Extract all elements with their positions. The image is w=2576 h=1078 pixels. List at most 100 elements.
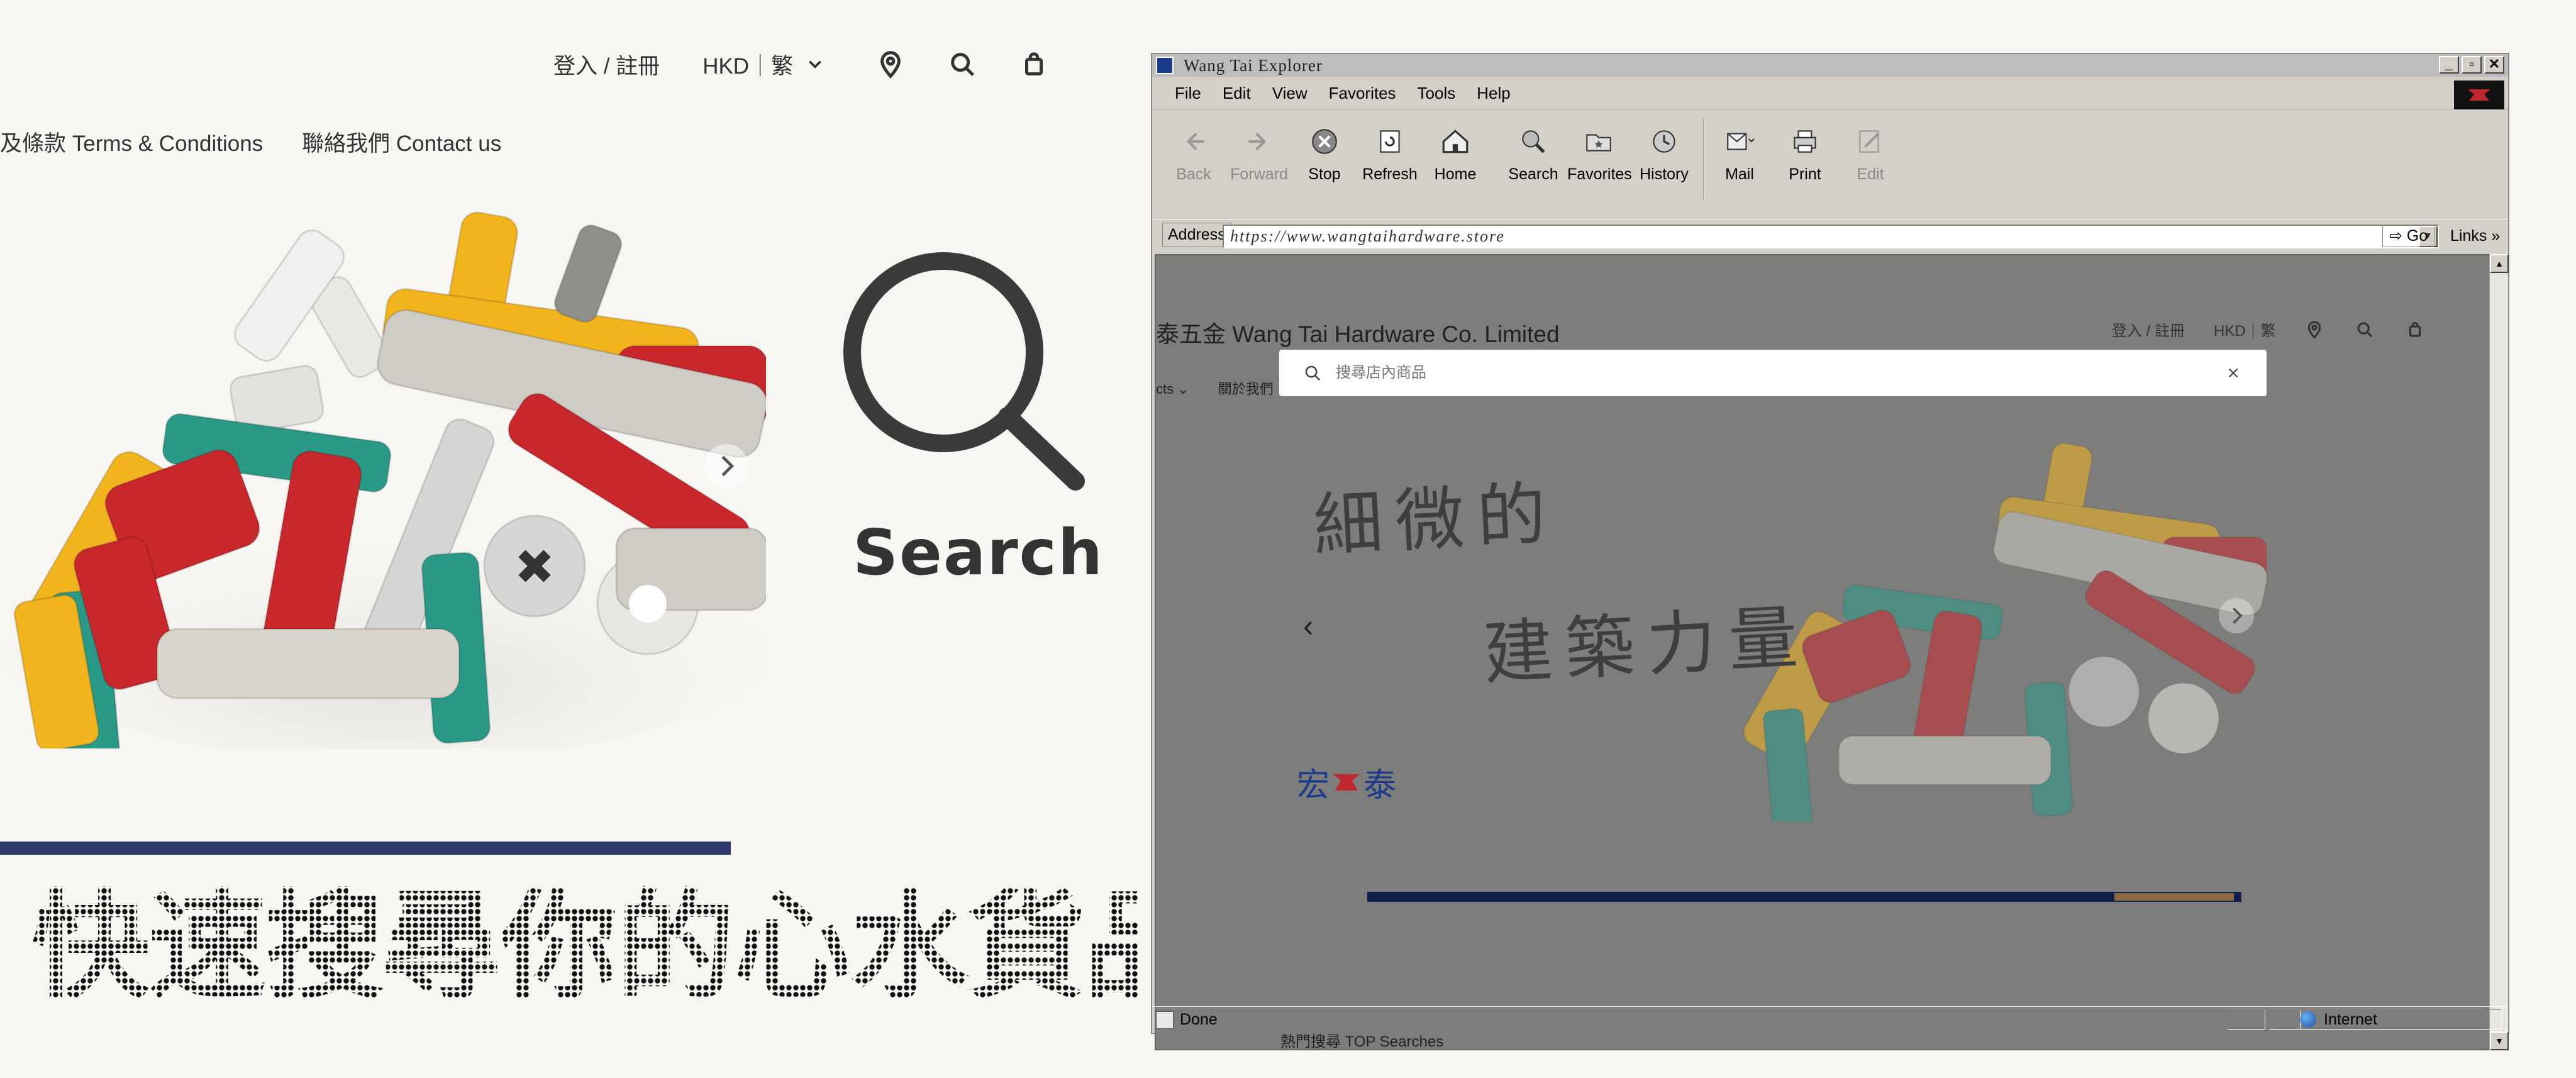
address-url: https://www.wangtaihardware.store — [1230, 227, 1505, 245]
site-currency-selector[interactable]: HKD｜繁 — [2214, 318, 2276, 340]
nav-contact-us[interactable]: 聯絡我們 Contact us — [302, 126, 501, 158]
site-login-link[interactable]: 登入 / 註冊 — [2112, 318, 2185, 340]
site-header-bar: 登入 / 註冊 HKD｜繁 — [553, 45, 1091, 83]
login-register-link[interactable]: 登入 / 註冊 — [553, 48, 660, 81]
history-button[interactable]: History — [1633, 112, 1696, 206]
edit-label: Edit — [1857, 165, 1884, 183]
go-label: Go — [2406, 227, 2428, 245]
stop-icon — [1312, 129, 1337, 154]
site-search-input[interactable] — [1336, 364, 2225, 382]
chevron-down-icon — [809, 60, 821, 69]
address-input[interactable]: https://www.wangtaihardware.store ▼ — [1223, 225, 2439, 248]
window-controls: _ ▫ ✕ — [2436, 56, 2504, 74]
location-pin-icon[interactable] — [876, 50, 905, 79]
forward-arrow-icon — [1248, 133, 1267, 150]
mail-button[interactable]: Mail — [1708, 112, 1771, 206]
scroll-down-button[interactable]: ▼ — [2490, 1031, 2509, 1050]
menu-file[interactable]: File — [1175, 84, 1201, 103]
search-icon — [1305, 365, 1321, 381]
links-label: Links — [2450, 227, 2487, 245]
refresh-icon — [1380, 130, 1400, 153]
back-button[interactable]: Back — [1162, 112, 1225, 206]
status-bar: Done Internet — [1152, 1006, 2508, 1033]
toolbar-separator — [1703, 118, 1704, 200]
menu-edit[interactable]: Edit — [1223, 84, 1251, 103]
favorites-button[interactable]: Favorites — [1567, 112, 1632, 206]
menu-favorites[interactable]: Favorites — [1329, 84, 1396, 103]
restore-button[interactable]: ▫ — [2462, 56, 2482, 74]
address-label: Address — [1162, 223, 1231, 247]
edit-button[interactable]: Edit — [1839, 112, 1902, 206]
hero-next-arrow-button[interactable] — [704, 444, 748, 488]
browser-brand-logo — [2454, 81, 2504, 109]
refresh-button[interactable]: Refresh — [1358, 112, 1421, 206]
site-nav-products[interactable]: cts ⌄ — [1156, 381, 1189, 397]
back-label: Back — [1176, 165, 1211, 183]
home-icon — [1442, 130, 1468, 153]
search-icon[interactable] — [948, 50, 977, 79]
shopping-bag-icon[interactable] — [1019, 50, 1048, 79]
stop-button[interactable]: Stop — [1293, 112, 1356, 206]
favorites-folder-icon — [1586, 134, 1611, 152]
menu-tools[interactable]: Tools — [1418, 84, 1456, 103]
dotted-title-text: 快速搜尋你的心水貨品 — [31, 881, 1138, 1006]
close-icon[interactable] — [2225, 365, 2241, 381]
menu-view[interactable]: View — [1272, 84, 1307, 103]
wangtai-logo-icon — [2468, 89, 2490, 101]
carousel-prev-arrow-icon[interactable]: ‹ — [1303, 608, 1314, 644]
website-panel: 登入 / 註冊 HKD｜繁 及條款 Terms & Conditions 聯絡我… — [0, 0, 1151, 1078]
search-heading: Search — [853, 516, 1104, 589]
scroll-up-button[interactable]: ▲ — [2490, 254, 2509, 273]
print-label: Print — [1789, 165, 1821, 183]
browser-window: Wang Tai Explorer _ ▫ ✕ File Edit View F… — [1151, 53, 2509, 1050]
dotted-title-label: 快速搜尋你的心水貨品 — [31, 881, 1138, 1006]
currency-language-label: HKD｜繁 — [702, 53, 794, 79]
status-text: Done — [1180, 1011, 1218, 1028]
search-overlay-bar — [1279, 350, 2267, 396]
minimize-button[interactable]: _ — [2439, 56, 2459, 74]
go-arrow-icon: ⇨ — [2389, 227, 2407, 245]
nav-terms-conditions[interactable]: 及條款 Terms & Conditions — [0, 126, 263, 158]
location-pin-icon[interactable] — [2305, 320, 2324, 339]
hero-wall-plugs-image — [0, 211, 766, 748]
links-button[interactable]: Links » — [2450, 227, 2500, 245]
internet-globe-icon — [2300, 1011, 2316, 1028]
links-chevron-icon: » — [2491, 227, 2501, 245]
mail-label: Mail — [1725, 165, 1754, 183]
currency-language-selector[interactable]: HKD｜繁 — [702, 48, 826, 81]
home-button[interactable]: Home — [1424, 112, 1487, 206]
forward-label: Forward — [1230, 165, 1288, 183]
accent-divider-bar — [0, 842, 731, 855]
company-logo: 宏 泰 — [1297, 758, 1396, 806]
search-globe-icon — [1522, 130, 1545, 153]
go-button[interactable]: ⇨ Go — [2382, 225, 2435, 247]
standard-toolbar: Back Forward Stop Refresh Home Search Fa… — [1152, 112, 2508, 219]
handwriting-line-1: 細微的 — [1311, 472, 1561, 567]
logo-char-left: 宏 — [1297, 767, 1330, 804]
vertical-scrollbar[interactable]: ▲ ▼ — [2489, 254, 2509, 1050]
menu-help[interactable]: Help — [1477, 84, 1510, 103]
favorites-label: Favorites — [1567, 165, 1632, 183]
forward-button[interactable]: Forward — [1228, 112, 1291, 206]
zone-text: Internet — [2324, 1010, 2377, 1028]
page-viewport: 泰五金 Wang Tai Hardware Co. Limited 登入 / 註… — [1155, 254, 2494, 1050]
history-icon — [1653, 130, 1675, 153]
shopping-bag-icon[interactable] — [2406, 320, 2424, 339]
site-nav: cts ⌄ 關於我們 — [1156, 378, 1299, 398]
handwriting-line-2: 建築力量 — [1481, 596, 1813, 694]
carousel-next-arrow-button[interactable] — [2219, 598, 2254, 633]
edit-icon — [1859, 130, 1879, 153]
mail-icon — [1727, 133, 1755, 150]
refresh-label: Refresh — [1362, 165, 1418, 183]
home-label: Home — [1434, 165, 1477, 183]
logo-char-right: 泰 — [1363, 767, 1397, 804]
window-title-bar[interactable]: Wang Tai Explorer _ ▫ ✕ — [1152, 54, 2508, 77]
site-nav-about-us[interactable]: 關於我們 — [1218, 381, 1274, 397]
print-icon — [1794, 130, 1816, 153]
search-toolbar-button[interactable]: Search — [1502, 112, 1565, 206]
site-header-actions: 登入 / 註冊 HKD｜繁 — [2112, 318, 2456, 340]
close-button[interactable]: ✕ — [2484, 56, 2504, 74]
address-bar: Address https://www.wangtaihardware.stor… — [1152, 219, 2508, 250]
search-icon[interactable] — [2355, 320, 2374, 339]
print-button[interactable]: Print — [1774, 112, 1836, 206]
